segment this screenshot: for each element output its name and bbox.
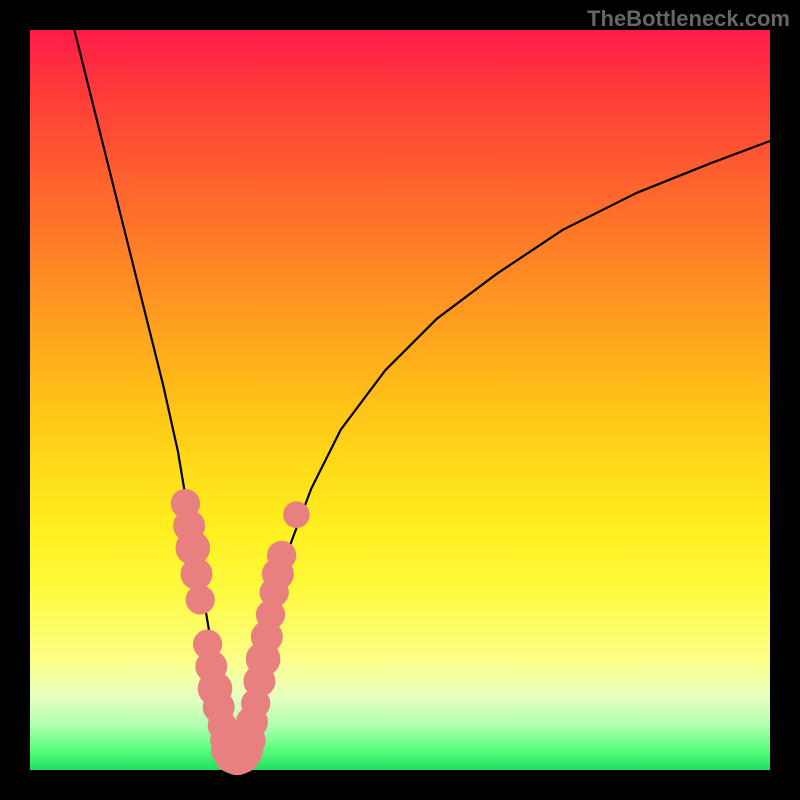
marker-group: [171, 489, 310, 775]
data-marker: [181, 558, 213, 590]
chart-container: TheBottleneck.com: [0, 0, 800, 800]
curve-svg: [30, 30, 770, 770]
data-marker: [267, 541, 296, 570]
data-marker: [186, 585, 215, 614]
curve-right: [237, 141, 770, 755]
watermark-text: TheBottleneck.com: [587, 6, 790, 32]
data-marker: [283, 501, 310, 528]
plot-area: [30, 30, 770, 770]
